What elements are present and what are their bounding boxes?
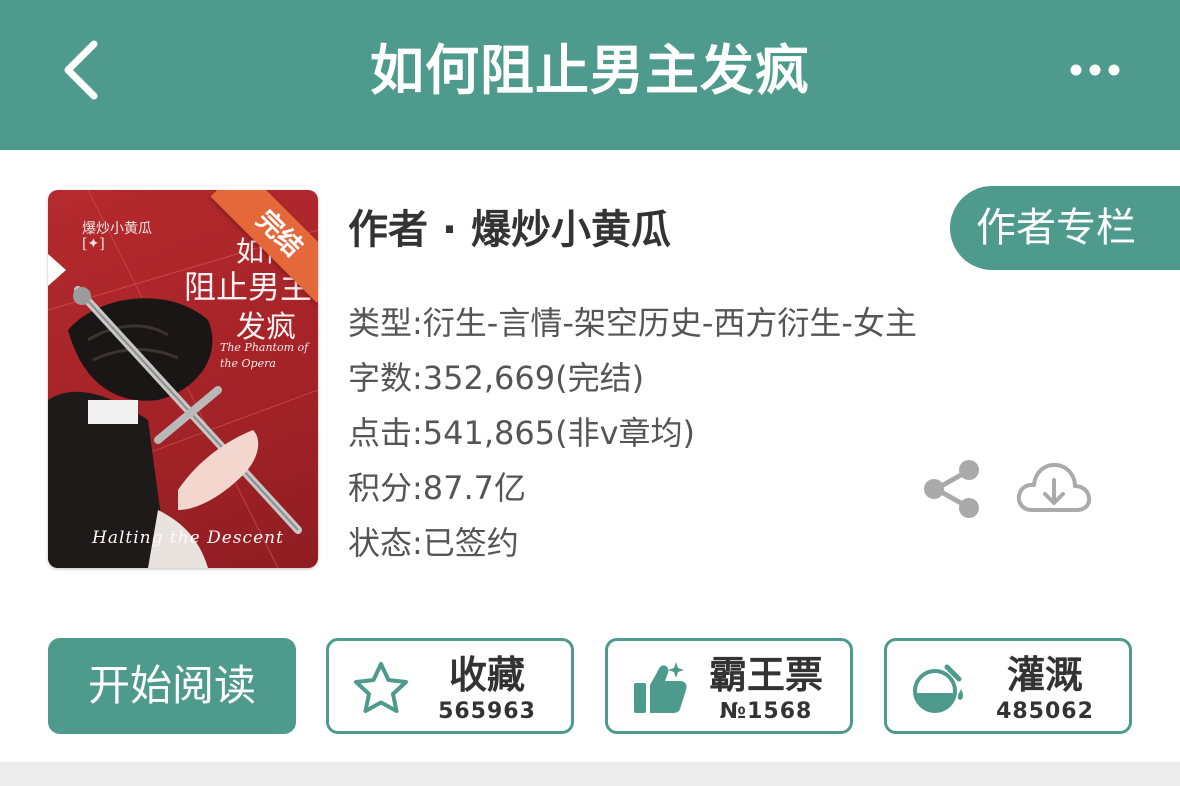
vote-label: 霸王票: [708, 653, 823, 697]
favorite-label: 收藏: [448, 653, 525, 697]
bottom-divider: [0, 762, 1180, 786]
nourish-count: 485062: [996, 699, 1094, 724]
vote-count: №1568: [719, 699, 813, 724]
favorite-count: 565963: [438, 699, 536, 724]
cover-bottom-text: Halting the Descent: [92, 528, 284, 548]
share-button[interactable]: [920, 456, 986, 522]
flask-icon: [913, 664, 964, 713]
back-button[interactable]: [40, 30, 120, 110]
more-button[interactable]: [1060, 40, 1130, 100]
star-icon: [354, 662, 408, 713]
start-reading-button[interactable]: 开始阅读: [48, 638, 296, 734]
score-text: 积分:87.7亿: [348, 469, 527, 507]
thumbs-up-icon: [634, 662, 687, 713]
share-icon: [924, 460, 979, 518]
nourish-label: 灌溉: [1006, 653, 1083, 697]
vote-button[interactable]: 霸王票 №1568: [605, 638, 853, 734]
genre-text: 类型:衍生-言情-架空历史-西方衍生-女主: [348, 304, 917, 342]
word-count-text: 字数:352,669(完结): [348, 359, 645, 397]
more-horizontal-icon: [1070, 64, 1120, 76]
cover-author: 爆炒小黄瓜: [82, 221, 152, 237]
cover-notch: [48, 254, 66, 286]
nourish-button[interactable]: 灌溉 485062: [884, 638, 1132, 734]
book-cover[interactable]: 爆炒小黄瓜 [✦] 如何 阻止男主 发疯 The Phantom of the …: [48, 190, 318, 568]
author-name[interactable]: 作者 · 爆炒小黄瓜: [348, 200, 671, 260]
clicks-text: 点击:541,865(非v章均): [348, 414, 696, 452]
cloud-download-icon: [1016, 462, 1092, 512]
top-navigation-bar: 如何阻止男主发疯: [0, 0, 1180, 150]
author-column-button[interactable]: 作者专栏: [950, 186, 1180, 270]
chevron-left-icon: [64, 40, 98, 100]
cover-author-tag: [✦]: [82, 236, 105, 252]
favorite-button[interactable]: 收藏 565963: [326, 638, 574, 734]
status-text: 状态:已签约: [348, 524, 519, 562]
page-title: 如何阻止男主发疯: [370, 39, 810, 102]
download-button[interactable]: [1014, 456, 1094, 522]
cover-subtitle: The Phantom of the Opera: [220, 341, 309, 370]
